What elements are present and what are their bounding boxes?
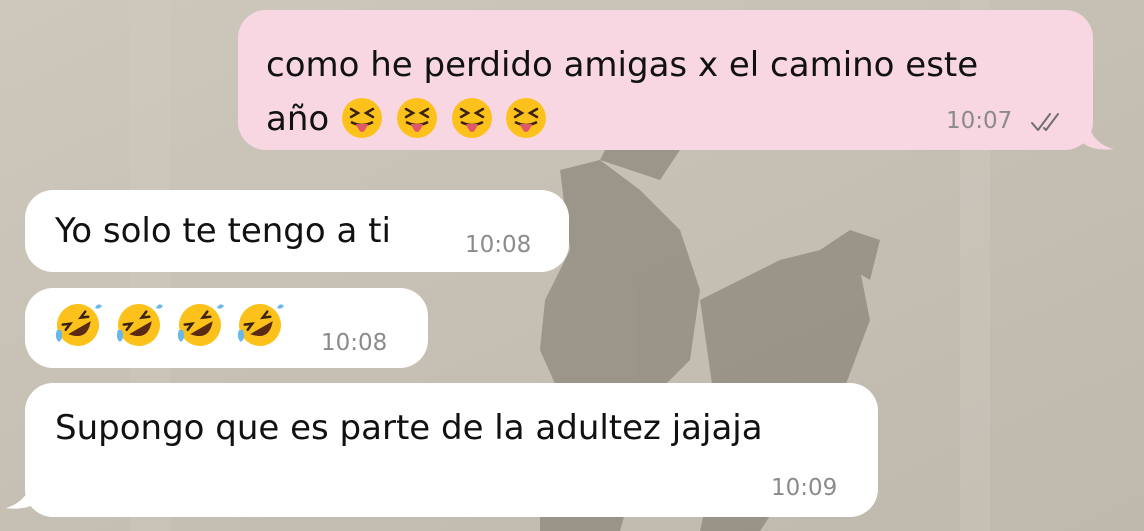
incoming-message[interactable]: Yo solo te tengo a ti 10:08 [25,190,569,272]
message-text-line-2: año [266,92,548,146]
squinting-face-with-tongue-emoji [395,98,439,139]
squinting-face-with-tongue-emoji [504,98,548,139]
rolling-on-the-floor-laughing-emoji [175,304,225,349]
squinting-face-with-tongue-emoji [450,98,494,139]
message-text-line-1: como he perdido amigas x el camino este [266,45,979,85]
rolling-on-the-floor-laughing-emoji [114,304,164,349]
message-timestamp: 10:08 [321,330,388,356]
incoming-message[interactable]: 10:08 [25,288,428,368]
rolling-on-the-floor-laughing-emoji [53,304,103,349]
message-timestamp: 10:07 [946,108,1013,134]
outgoing-message[interactable]: como he perdido amigas x el camino este … [238,10,1093,150]
incoming-message[interactable]: Supongo que es parte de la adultez jajaj… [25,383,878,517]
squinting-face-with-tongue-emoji [340,98,384,139]
message-emojis [53,300,285,356]
message-timestamp: 10:08 [465,232,532,258]
rolling-on-the-floor-laughing-emoji [235,304,285,349]
message-text: Yo solo te tengo a ti [55,211,391,251]
message-timestamp: 10:09 [771,475,838,501]
message-text: Supongo que es parte de la adultez jajaj… [55,408,763,448]
message-text-word: año [266,99,330,139]
double-check-read-icon [1031,113,1059,131]
